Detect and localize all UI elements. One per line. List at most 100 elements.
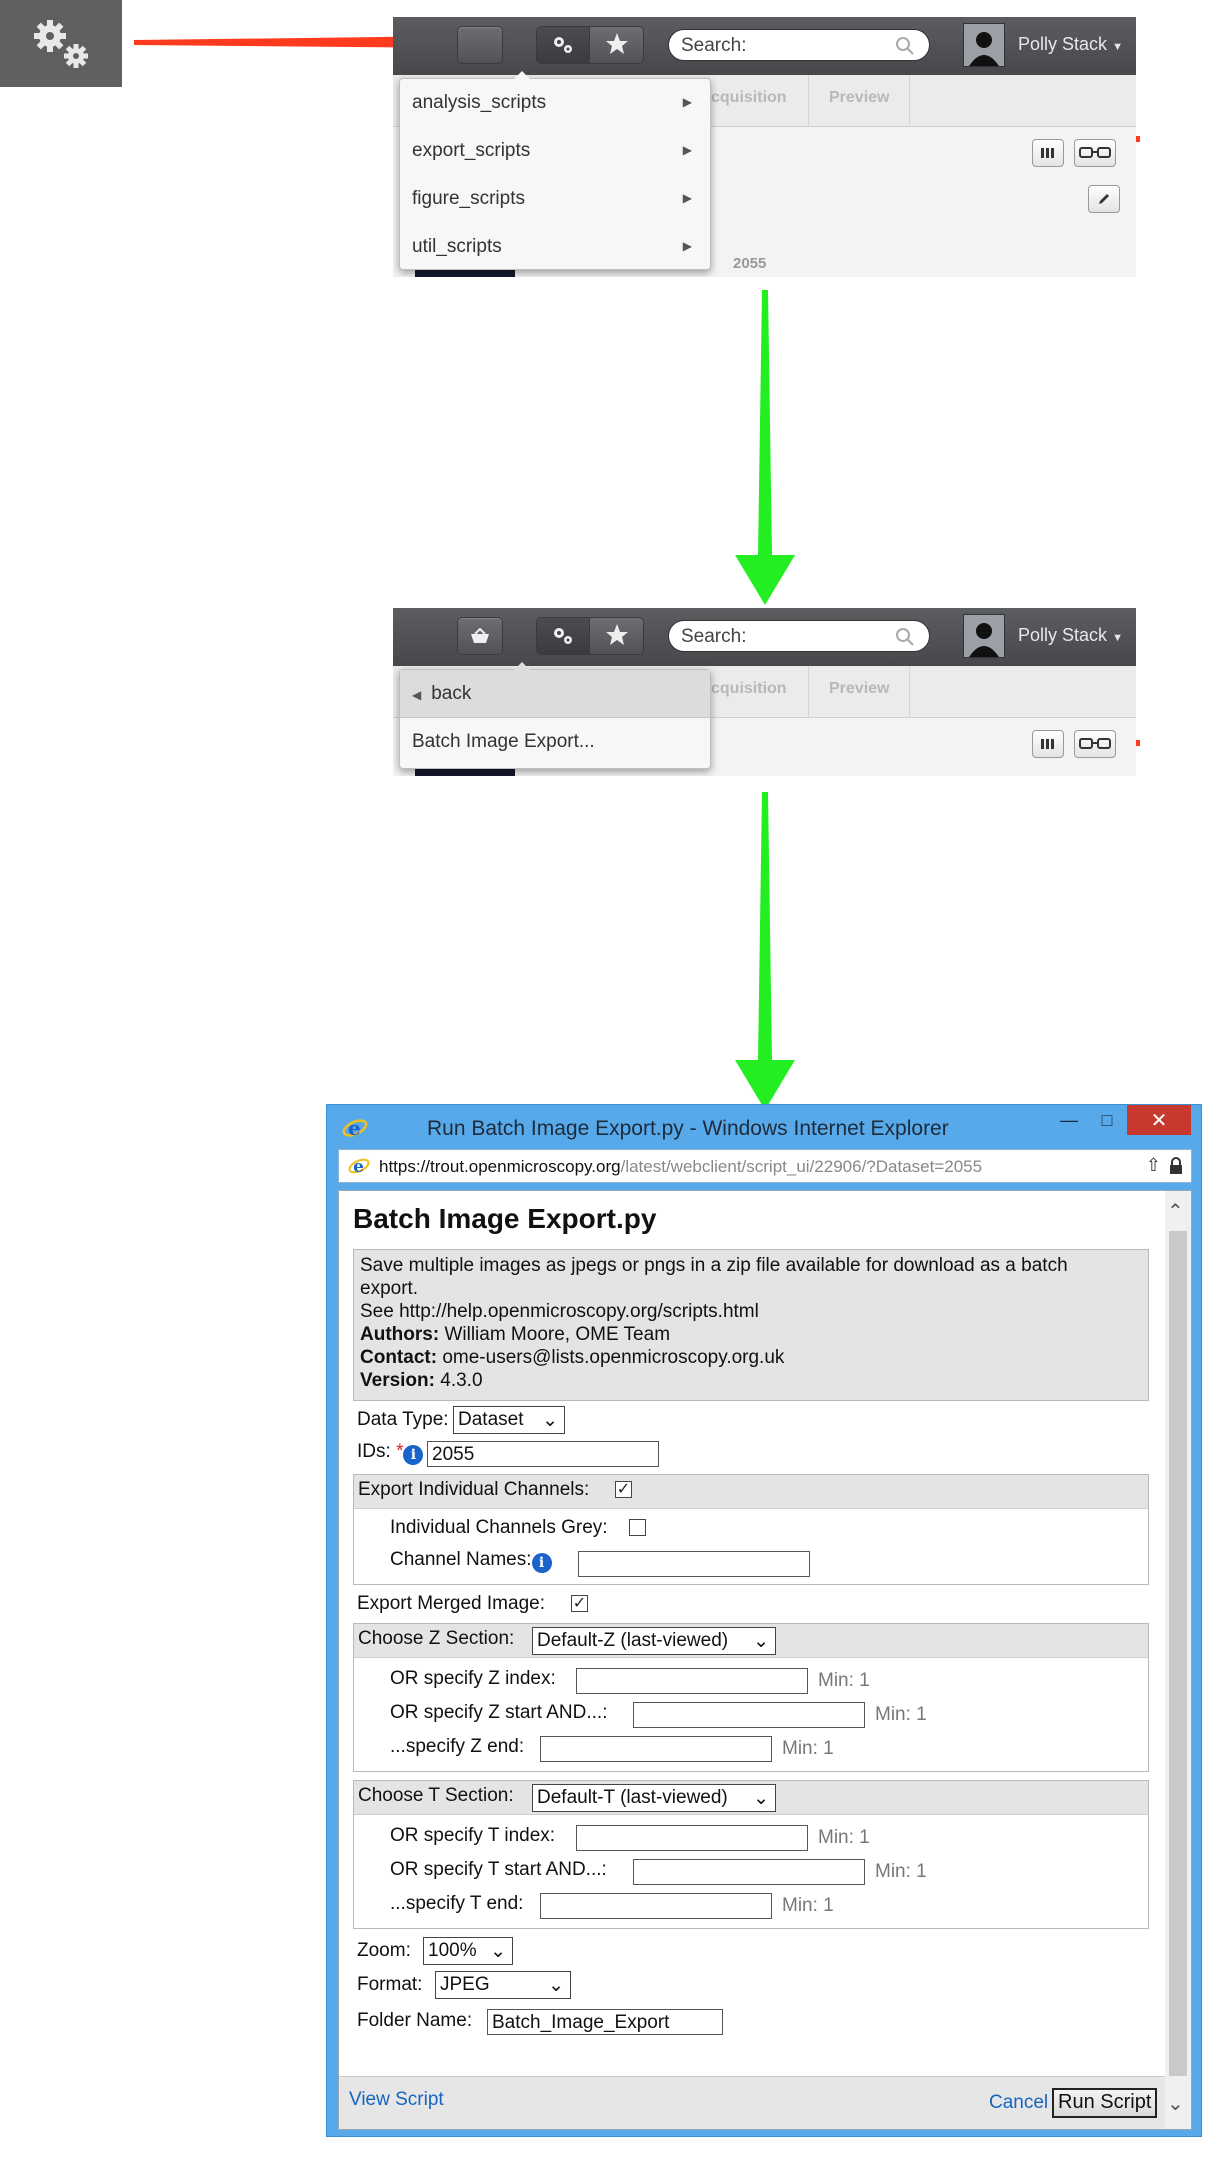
t-start-label: OR specify T start AND...: [390,1859,607,1880]
search-input[interactable]: Search: [668,620,930,652]
t-start-input[interactable] [633,1859,865,1885]
ids-label: IDs: [357,1441,391,1462]
column-view-button[interactable] [1032,730,1064,758]
export-scripts-submenu: ◀ back Batch Image Export... [399,662,711,769]
basket-button[interactable] [457,26,503,64]
scroll-down-icon[interactable]: ⌄ [1167,2091,1184,2116]
menu-item-analysis-scripts[interactable]: analysis_scripts ▶ [400,79,710,127]
ie-logo-icon: e [348,1156,370,1176]
t-end-min: Min: 1 [782,1895,834,1916]
magnifier-icon [896,628,914,646]
tab-acquisition[interactable]: cquisition [711,680,787,698]
z-section-value: Default-Z (last-viewed) [537,1630,729,1651]
search-input[interactable]: Search: [668,29,930,61]
zoomed-gears-icon [0,0,122,87]
tab-acquisition[interactable]: cquisition [711,89,787,107]
t-section-label: Choose T Section: [358,1785,514,1806]
info-icon[interactable]: i [531,1553,552,1573]
username-label: Polly Stack [1018,625,1108,645]
ids-input[interactable]: 2055 [427,1441,659,1467]
z-end-label: ...specify Z end: [390,1736,525,1757]
scroll-up-icon[interactable]: ⌃ [1167,1199,1184,1224]
edit-button[interactable] [1088,185,1120,213]
channels-grey-checkbox[interactable] [629,1519,646,1536]
scripts-button-group [536,617,644,655]
chevron-down-icon: ⌄ [490,1941,506,1962]
glasses-button[interactable] [1074,139,1116,167]
dialog-footer: View Script Cancel Run Script [339,2076,1167,2129]
chevron-down-icon: ⌄ [548,1975,564,1996]
scroll-thumb[interactable] [1169,1231,1187,2076]
menu-item-label: figure_scripts [412,188,525,209]
z-end-input[interactable] [540,1736,772,1762]
tab-preview[interactable]: Preview [829,89,889,107]
channels-grey-label: Individual Channels Grey: [390,1517,608,1538]
svg-text:e: e [353,1156,364,1176]
activities-button[interactable] [590,618,643,654]
info-icon[interactable]: i [403,1445,424,1465]
url-prefix: https://trout. [379,1157,469,1176]
export-merged-checkbox[interactable]: ✓ [571,1595,588,1612]
view-script-link[interactable]: View Script [349,2089,444,2111]
username-menu[interactable]: Polly Stack ▼ [1018,34,1123,55]
folder-name-input[interactable]: Batch_Image_Export [487,2009,723,2035]
zoom-select[interactable]: 100% ⌄ [423,1937,513,1965]
username-menu[interactable]: Polly Stack ▼ [1018,625,1123,646]
t-index-input[interactable] [576,1825,808,1851]
column-view-button[interactable] [1032,139,1064,167]
menu-caret [514,71,530,79]
z-start-input[interactable] [633,1702,865,1728]
channel-names-row: Channel Names: i [390,1549,552,1573]
close-button[interactable]: ✕ [1127,1105,1191,1135]
channel-names-input[interactable] [578,1551,810,1577]
z-index-label: OR specify Z index: [390,1668,556,1689]
pencil-icon [1099,194,1109,204]
data-type-value: Dataset [458,1409,524,1430]
submenu-arrow-icon: ▶ [682,239,692,253]
glasses-button[interactable] [1074,730,1116,758]
tab-divider [909,75,910,127]
menu-item-figure-scripts[interactable]: figure_scripts ▶ [400,175,710,223]
image-thumbnail[interactable] [415,768,515,776]
export-channels-checkbox[interactable]: ✓ [615,1481,632,1498]
tab-preview[interactable]: Preview [829,680,889,698]
export-merged-label: Export Merged Image: [357,1593,545,1614]
page-title: Batch Image Export.py [353,1203,657,1234]
cancel-link[interactable]: Cancel [989,2092,1048,2114]
user-avatar-icon[interactable] [963,614,1005,658]
menu-item-batch-image-export[interactable]: Batch Image Export... [400,718,710,766]
z-index-input[interactable] [576,1668,808,1694]
maximize-button[interactable]: □ [1089,1105,1125,1135]
back-label: back [431,683,472,704]
menu-back-button[interactable]: ◀ back [400,670,710,718]
run-script-button[interactable]: Run Script [1052,2088,1158,2118]
contact-value: ome-users@lists.openmicroscopy.org.uk [442,1347,785,1368]
vertical-scrollbar[interactable]: ⌃ ⌄ [1165,1191,1191,2129]
gears-icon [554,628,572,644]
submenu-arrow-icon: ▶ [682,143,692,157]
data-type-select[interactable]: Dataset ⌄ [453,1406,565,1434]
minimize-button[interactable]: — [1051,1105,1087,1135]
menu-item-export-scripts[interactable]: export_scripts ▶ [400,127,710,175]
activities-button[interactable] [590,27,643,63]
t-end-input[interactable] [540,1893,772,1919]
script-help-link: See http://help.openmicroscopy.org/scrip… [360,1301,759,1322]
ids-row: IDs: * i [357,1441,424,1465]
green-arrow-down-2 [735,792,795,1110]
z-section-select[interactable]: Default-Z (last-viewed) ⌄ [532,1627,776,1655]
t-section-select[interactable]: Default-T (last-viewed) ⌄ [532,1784,776,1812]
contact-label: Contact: [360,1347,438,1368]
t-end-label: ...specify T end: [390,1893,524,1914]
share-icon[interactable]: ⇧ [1146,1155,1161,1176]
menu-item-util-scripts[interactable]: util_scripts ▶ [400,223,710,271]
scripts-gear-button[interactable] [537,618,590,654]
menu-item-label: util_scripts [412,236,502,257]
scripts-gear-button[interactable] [537,27,590,63]
chevron-down-icon: ⌄ [753,1788,769,1809]
address-bar[interactable]: e https://trout.openmicroscopy.org/lates… [338,1149,1192,1183]
channel-names-label: Channel Names: [390,1549,532,1570]
basket-button[interactable] [457,617,503,655]
t-start-min: Min: 1 [875,1861,927,1882]
format-select[interactable]: JPEG ⌄ [435,1971,571,1999]
user-avatar-icon[interactable] [963,23,1005,67]
